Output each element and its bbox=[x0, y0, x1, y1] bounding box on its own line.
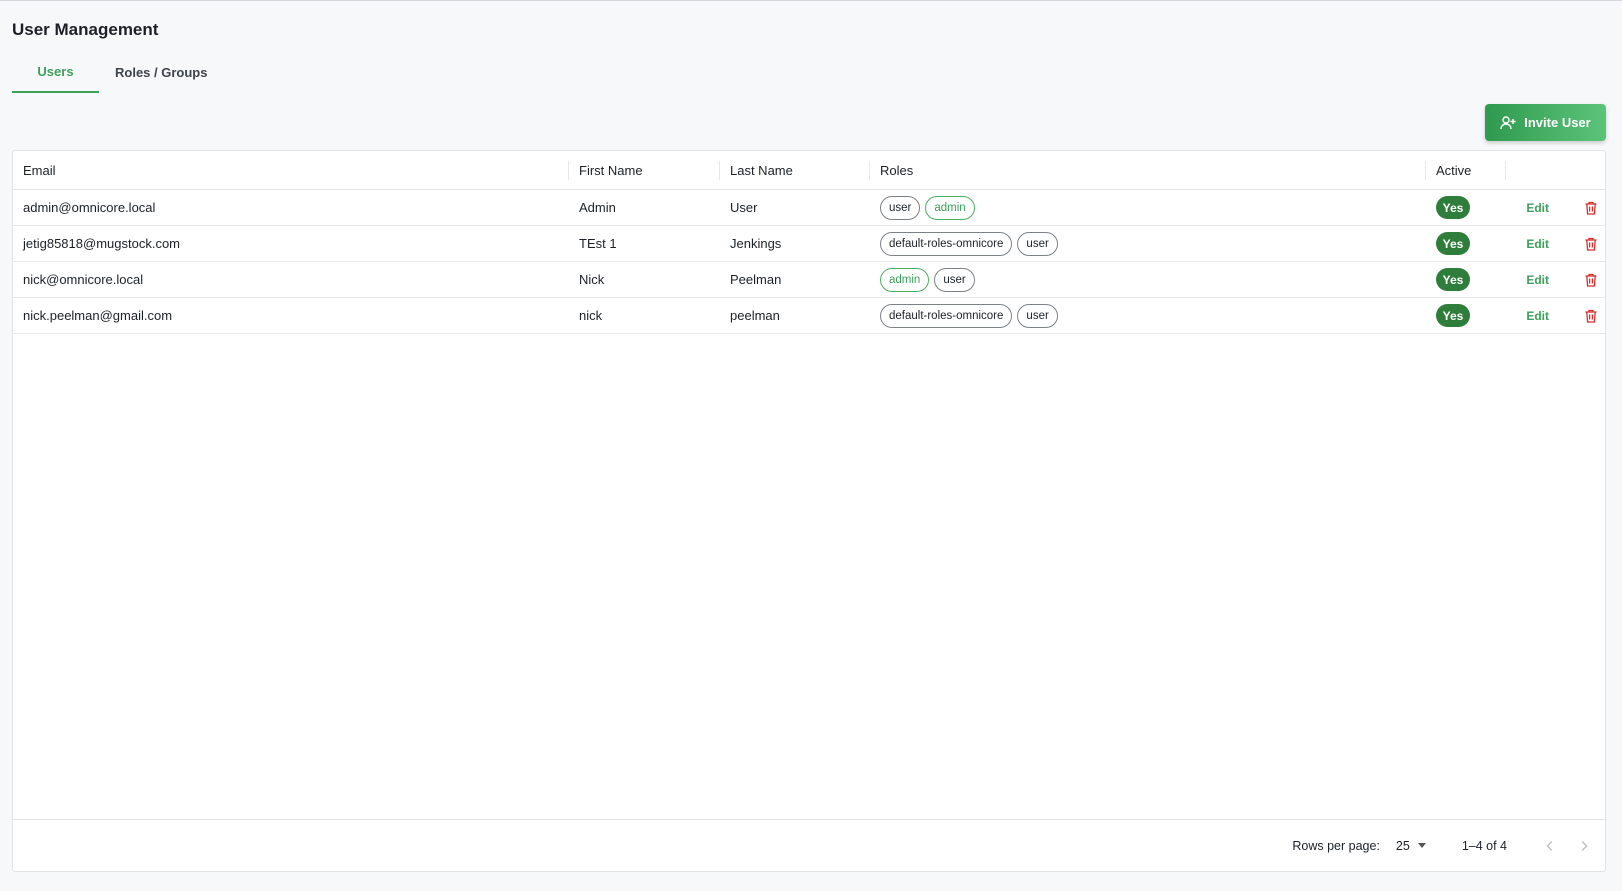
column-header-actions bbox=[1506, 151, 1605, 190]
active-cell: Yes bbox=[1426, 262, 1506, 298]
column-header-roles[interactable]: Roles bbox=[870, 151, 1426, 190]
caret-down-icon bbox=[1417, 843, 1426, 848]
person-add-icon bbox=[1500, 115, 1516, 129]
invite-user-button[interactable]: Invite User bbox=[1485, 104, 1606, 141]
page-range: 1–4 of 4 bbox=[1461, 838, 1507, 853]
table-row: jetig85818@mugstock.com TEst 1 Jenkings … bbox=[13, 226, 1605, 262]
table-header: Email First Name Last Name Roles Active bbox=[13, 151, 1605, 190]
roles-cell: admin user bbox=[870, 262, 1426, 298]
roles-cell: default-roles-omnicore user bbox=[870, 226, 1426, 262]
actions-cell: Edit bbox=[1506, 262, 1605, 298]
actions-cell: Edit bbox=[1506, 226, 1605, 262]
last-name-cell: User bbox=[730, 200, 758, 215]
first-name-cell: Admin bbox=[579, 200, 616, 215]
table-body: admin@omnicore.local Admin User user adm… bbox=[13, 190, 1605, 334]
chevron-left-icon[interactable] bbox=[1541, 837, 1559, 855]
last-name-cell: Jenkings bbox=[730, 236, 782, 251]
email-cell: jetig85818@mugstock.com bbox=[23, 236, 180, 251]
roles-cell: default-roles-omnicore user bbox=[870, 298, 1426, 334]
email-cell: nick@omnicore.local bbox=[23, 272, 144, 287]
column-header-active[interactable]: Active bbox=[1426, 151, 1506, 190]
table-row: admin@omnicore.local Admin User user adm… bbox=[13, 190, 1605, 226]
last-name-cell: peelman bbox=[730, 308, 780, 323]
role-chip: user bbox=[934, 267, 975, 292]
active-cell: Yes bbox=[1426, 298, 1506, 334]
delete-icon[interactable] bbox=[1583, 236, 1599, 252]
actions-cell: Edit bbox=[1506, 298, 1605, 334]
last-name-cell: Peelman bbox=[730, 272, 782, 287]
column-header-first-name[interactable]: First Name bbox=[569, 151, 720, 190]
chevron-right-icon[interactable] bbox=[1575, 837, 1593, 855]
edit-button[interactable]: Edit bbox=[1526, 273, 1549, 287]
active-badge: Yes bbox=[1436, 268, 1470, 291]
delete-icon[interactable] bbox=[1583, 308, 1599, 324]
rows-per-page-value: 25 bbox=[1395, 838, 1410, 853]
table-row: nick.peelman@gmail.com nick peelman defa… bbox=[13, 298, 1605, 334]
active-cell: Yes bbox=[1426, 226, 1506, 262]
table-pagination: Rows per page: 25 1–4 of 4 bbox=[13, 819, 1605, 871]
page-title: User Management bbox=[12, 20, 159, 39]
role-chip: user bbox=[1017, 231, 1058, 256]
role-chip: admin bbox=[925, 195, 975, 220]
role-chip: default-roles-omnicore bbox=[880, 231, 1013, 256]
column-header-last-name[interactable]: Last Name bbox=[720, 151, 870, 190]
email-cell: admin@omnicore.local bbox=[23, 200, 156, 215]
column-header-email[interactable]: Email bbox=[13, 151, 569, 190]
invite-user-label: Invite User bbox=[1524, 115, 1591, 130]
roles-cell: user admin bbox=[870, 190, 1426, 226]
first-name-cell: TEst 1 bbox=[579, 236, 617, 251]
email-cell: nick.peelman@gmail.com bbox=[23, 308, 173, 323]
table-row: nick@omnicore.local Nick Peelman admin u… bbox=[13, 262, 1605, 298]
users-table: Email First Name Last Name Roles Active … bbox=[12, 150, 1606, 872]
active-cell: Yes bbox=[1426, 190, 1506, 226]
role-chip: user bbox=[880, 195, 921, 220]
role-chip: default-roles-omnicore bbox=[880, 303, 1013, 328]
delete-icon[interactable] bbox=[1583, 272, 1599, 288]
role-chip: user bbox=[1017, 303, 1058, 328]
active-badge: Yes bbox=[1436, 196, 1470, 219]
rows-per-page-label: Rows per page: bbox=[1292, 838, 1380, 853]
edit-button[interactable]: Edit bbox=[1526, 201, 1549, 215]
first-name-cell: nick bbox=[579, 308, 603, 323]
role-chip: admin bbox=[880, 267, 930, 292]
tab-users[interactable]: Users bbox=[12, 52, 99, 93]
edit-button[interactable]: Edit bbox=[1526, 237, 1549, 251]
actions-cell: Edit bbox=[1506, 190, 1605, 226]
active-badge: Yes bbox=[1436, 232, 1470, 255]
rows-per-page-select[interactable]: 25 bbox=[1396, 839, 1426, 853]
delete-icon[interactable] bbox=[1583, 200, 1599, 216]
active-badge: Yes bbox=[1436, 304, 1470, 327]
first-name-cell: Nick bbox=[579, 272, 605, 287]
tab-bar: Users Roles / Groups bbox=[12, 52, 223, 94]
top-border bbox=[0, 0, 1622, 1]
edit-button[interactable]: Edit bbox=[1526, 309, 1549, 323]
tab-roles-groups[interactable]: Roles / Groups bbox=[99, 52, 223, 93]
